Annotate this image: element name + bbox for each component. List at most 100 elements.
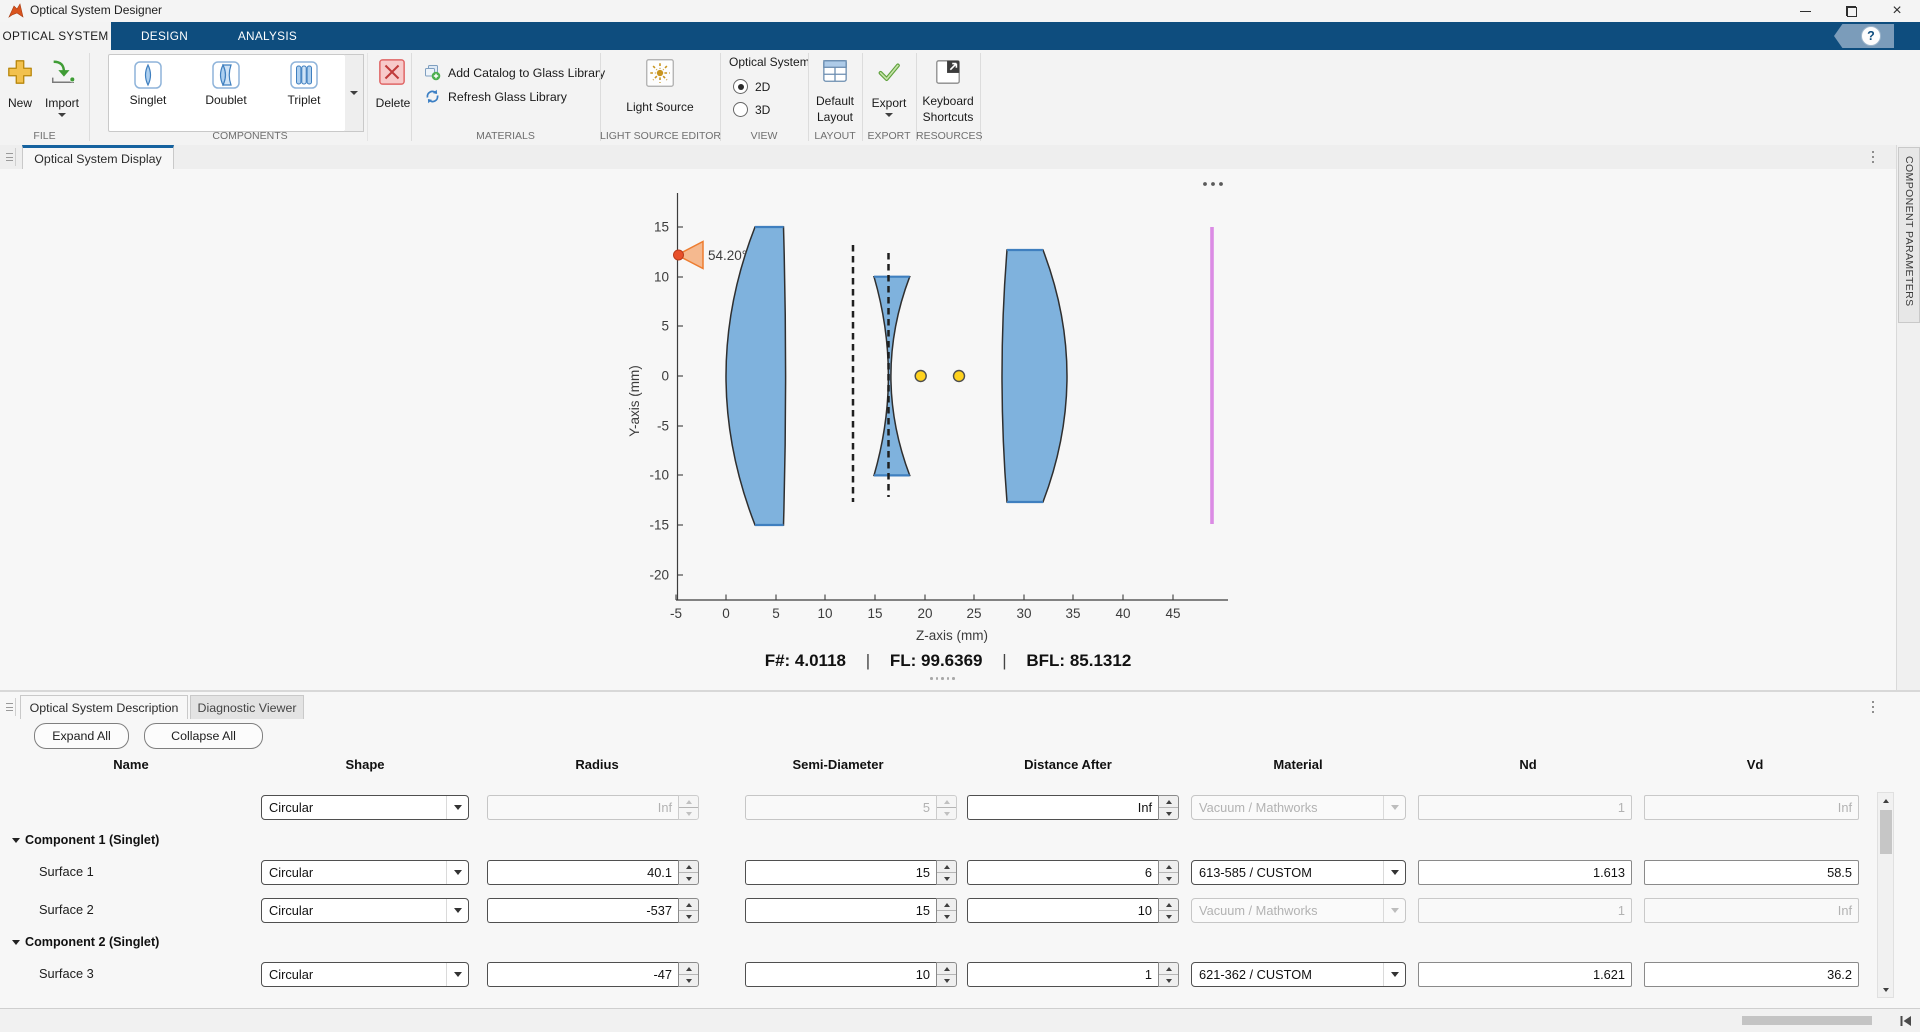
- radio-3d[interactable]: 3D: [733, 102, 770, 117]
- semi-diameter-spinner[interactable]: 15: [745, 898, 957, 923]
- spinner-up-icon[interactable]: [1159, 796, 1178, 807]
- component-parameters-tab[interactable]: COMPONENT PARAMETERS: [1898, 147, 1920, 323]
- chevron-down-icon[interactable]: [1383, 963, 1405, 986]
- focal-point-2[interactable]: [954, 371, 965, 382]
- spinner-up-icon[interactable]: [679, 899, 698, 910]
- panel-menu-icon[interactable]: [1866, 148, 1880, 166]
- distance-after-spinner[interactable]: 10: [967, 898, 1179, 923]
- refresh-glass-library-button[interactable]: Refresh Glass Library: [424, 88, 567, 105]
- spinner[interactable]: [678, 898, 699, 923]
- close-button[interactable]: ×: [1874, 0, 1920, 22]
- spinner-down-icon[interactable]: [679, 872, 698, 884]
- triplet-button[interactable]: Triplet: [265, 55, 343, 131]
- chevron-down-icon[interactable]: [446, 861, 468, 884]
- tab-analysis[interactable]: ANALYSIS: [218, 22, 317, 50]
- add-catalog-button[interactable]: Add Catalog to Glass Library: [424, 64, 605, 81]
- spinner[interactable]: [936, 962, 957, 987]
- spinner[interactable]: [936, 898, 957, 923]
- spinner-down-icon[interactable]: [937, 974, 956, 986]
- collapse-all-button[interactable]: Collapse All: [144, 723, 263, 749]
- axes-menu-icon[interactable]: [1203, 182, 1223, 186]
- chevron-down-icon[interactable]: [446, 963, 468, 986]
- semi-diameter-spinner[interactable]: 15: [745, 860, 957, 885]
- shape-dropdown[interactable]: Circular: [261, 898, 469, 923]
- singlet-button[interactable]: Singlet: [109, 55, 187, 131]
- spinner-up-icon[interactable]: [1159, 861, 1178, 872]
- radius-spinner[interactable]: -537: [487, 898, 699, 923]
- spinner-up-icon[interactable]: [937, 899, 956, 910]
- spinner-down-icon[interactable]: [1159, 910, 1178, 922]
- tab-optical-system[interactable]: OPTICAL SYSTEM: [0, 22, 111, 50]
- vd-field[interactable]: 58.5: [1644, 860, 1859, 885]
- distance-after-spinner[interactable]: 1: [967, 962, 1179, 987]
- spinner-up-icon[interactable]: [1159, 963, 1178, 974]
- spinner[interactable]: [678, 860, 699, 885]
- vd-field[interactable]: 36.2: [1644, 962, 1859, 987]
- chevron-down-icon[interactable]: [446, 899, 468, 922]
- gallery-dropdown-button[interactable]: [345, 54, 364, 132]
- spinner[interactable]: [1158, 962, 1179, 987]
- spinner-up-icon[interactable]: [1159, 899, 1178, 910]
- spinner-up-icon[interactable]: [679, 963, 698, 974]
- spinner[interactable]: [1158, 898, 1179, 923]
- spinner-down-icon[interactable]: [679, 910, 698, 922]
- lens-1-shape[interactable]: [726, 227, 786, 525]
- shape-dropdown[interactable]: Circular: [261, 962, 469, 987]
- restore-button[interactable]: [1828, 0, 1874, 22]
- spinner-down-icon[interactable]: [1159, 974, 1178, 986]
- spinner[interactable]: [936, 860, 957, 885]
- chevron-down-icon[interactable]: [446, 796, 468, 819]
- tab-diagnostic-viewer[interactable]: Diagnostic Viewer: [190, 695, 304, 719]
- drag-grip-icon[interactable]: [3, 698, 16, 716]
- lens-3-shape[interactable]: [1002, 250, 1067, 502]
- semi-diameter-spinner[interactable]: 10: [745, 962, 957, 987]
- collapse-triangle-icon[interactable]: [12, 940, 20, 945]
- spinner-down-icon[interactable]: [937, 872, 956, 884]
- radio-2d[interactable]: 2D: [733, 79, 770, 94]
- spinner-up-icon[interactable]: [937, 861, 956, 872]
- dock-panel-icon[interactable]: [1898, 1013, 1914, 1029]
- distance-after-spinner[interactable]: 6: [967, 860, 1179, 885]
- shape-dropdown[interactable]: Circular: [261, 795, 469, 820]
- drag-grip-icon[interactable]: [3, 148, 16, 166]
- nd-field[interactable]: 1.613: [1418, 860, 1632, 885]
- scroll-up-icon[interactable]: [1878, 793, 1893, 808]
- spinner[interactable]: [1158, 795, 1179, 820]
- spinner[interactable]: [1158, 860, 1179, 885]
- minimize-button[interactable]: [1782, 0, 1828, 22]
- light-source-point[interactable]: [674, 250, 684, 260]
- spinner-down-icon[interactable]: [679, 974, 698, 986]
- help-button[interactable]: ?: [1834, 24, 1894, 48]
- tab-optical-system-display[interactable]: Optical System Display: [22, 145, 174, 169]
- expand-all-button[interactable]: Expand All: [34, 723, 129, 749]
- component-group-row[interactable]: Component 1 (Singlet): [12, 833, 159, 847]
- scroll-down-icon[interactable]: [1878, 982, 1893, 997]
- splitter-handle[interactable]: [930, 677, 955, 680]
- spinner-down-icon[interactable]: [937, 910, 956, 922]
- shape-dropdown[interactable]: Circular: [261, 860, 469, 885]
- table-scrollbar[interactable]: [1877, 792, 1894, 998]
- material-dropdown[interactable]: 621-362 / CUSTOM: [1191, 962, 1406, 987]
- spinner-up-icon[interactable]: [679, 861, 698, 872]
- tab-optical-system-description[interactable]: Optical System Description: [20, 695, 188, 719]
- lens-2-shape[interactable]: [874, 277, 910, 476]
- scrollbar-thumb[interactable]: [1880, 810, 1892, 854]
- component-group-row[interactable]: Component 2 (Singlet): [12, 935, 159, 949]
- collapse-triangle-icon[interactable]: [12, 838, 20, 843]
- spinner-up-icon[interactable]: [937, 963, 956, 974]
- doublet-button[interactable]: Doublet: [187, 55, 265, 131]
- horizontal-scrollbar-thumb[interactable]: [1742, 1016, 1872, 1025]
- nd-field[interactable]: 1.621: [1418, 962, 1632, 987]
- spinner-down-icon[interactable]: [1159, 807, 1178, 819]
- panel-menu-icon[interactable]: [1866, 698, 1880, 716]
- chevron-down-icon[interactable]: [1383, 861, 1405, 884]
- optical-system-plot[interactable]: -5 0 5 10 15 20 25 30 35 40 45 15 10 5 0…: [0, 169, 1896, 690]
- focal-point-1[interactable]: [915, 371, 926, 382]
- radius-spinner[interactable]: -47: [487, 962, 699, 987]
- radius-spinner[interactable]: 40.1: [487, 860, 699, 885]
- spinner-down-icon[interactable]: [1159, 872, 1178, 884]
- spinner[interactable]: [678, 962, 699, 987]
- distance-after-spinner[interactable]: Inf: [967, 795, 1179, 820]
- tab-design[interactable]: DESIGN: [120, 22, 209, 50]
- material-dropdown[interactable]: 613-585 / CUSTOM: [1191, 860, 1406, 885]
